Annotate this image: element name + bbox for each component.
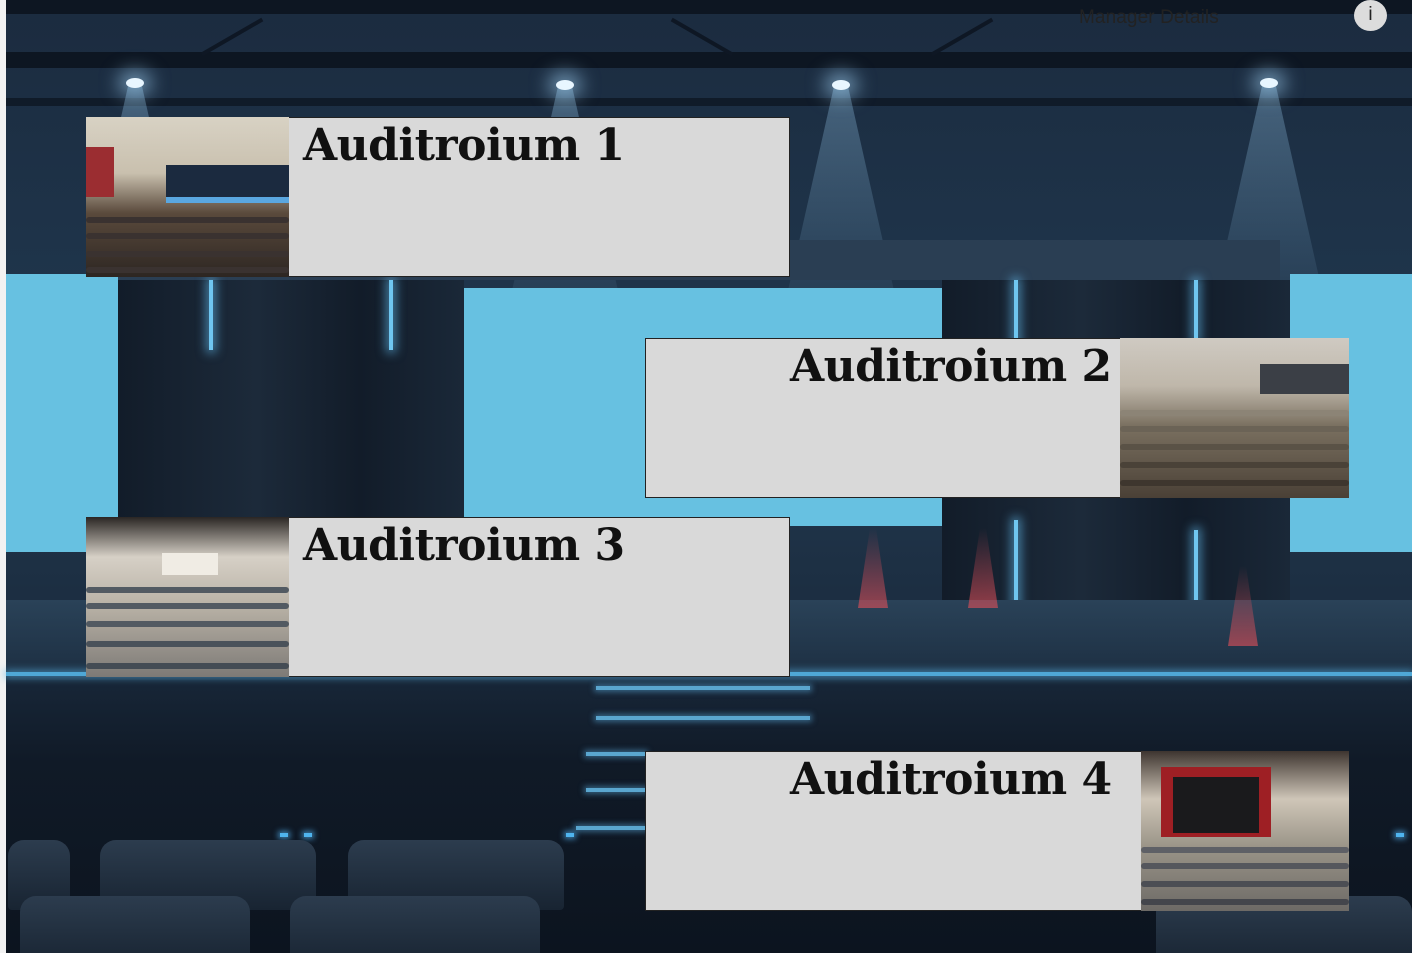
stage-step — [596, 686, 810, 690]
spotlight — [126, 78, 144, 88]
ceiling-truss — [6, 52, 1412, 68]
auditorium-title: Auditroium 1 — [303, 120, 625, 171]
auditorium-card-1[interactable]: Auditroium 1 — [86, 117, 790, 277]
truss-brace — [200, 17, 264, 57]
spotlight — [1260, 78, 1278, 88]
auditorium-photo-icon — [1120, 338, 1349, 498]
stage-step — [586, 752, 646, 756]
info-icon[interactable]: i — [1354, 0, 1387, 31]
auditorium-photo-icon — [1141, 751, 1349, 911]
truss-brace — [670, 17, 734, 57]
audience-seat — [290, 896, 540, 953]
auditorium-title: Auditroium 2 — [790, 341, 1112, 392]
stage-step — [596, 716, 810, 720]
stage-step — [576, 826, 646, 830]
projection-screen — [6, 274, 118, 552]
auditorium-card-3[interactable]: Auditroium 3 — [86, 517, 790, 677]
spotlight — [556, 80, 574, 90]
audience-seat — [20, 896, 250, 953]
auditorium-card-4[interactable]: Auditroium 4 — [645, 751, 1349, 911]
auditorium-photo-icon — [86, 517, 289, 677]
auditorium-card-2[interactable]: Auditroium 2 — [645, 338, 1349, 498]
manager-details-link[interactable]: Manager Details — [1079, 7, 1219, 29]
auditorium-title: Auditroium 4 — [790, 754, 1112, 805]
spotlight — [832, 80, 850, 90]
auditorium-photo-icon — [86, 117, 289, 277]
light-pillar — [1014, 520, 1018, 610]
light-pillar — [1194, 280, 1198, 340]
red-uplight — [858, 528, 888, 608]
light-pillar — [1194, 530, 1198, 610]
stage-step — [586, 788, 646, 792]
floor-light — [280, 833, 288, 837]
floor-light — [1396, 833, 1404, 837]
light-pillar — [389, 280, 393, 350]
ceiling-truss — [6, 98, 1412, 106]
auditorium-title: Auditroium 3 — [303, 520, 625, 571]
light-pillar — [209, 280, 213, 350]
floor-light — [566, 833, 574, 837]
floor-light — [304, 833, 312, 837]
truss-brace — [930, 17, 994, 57]
